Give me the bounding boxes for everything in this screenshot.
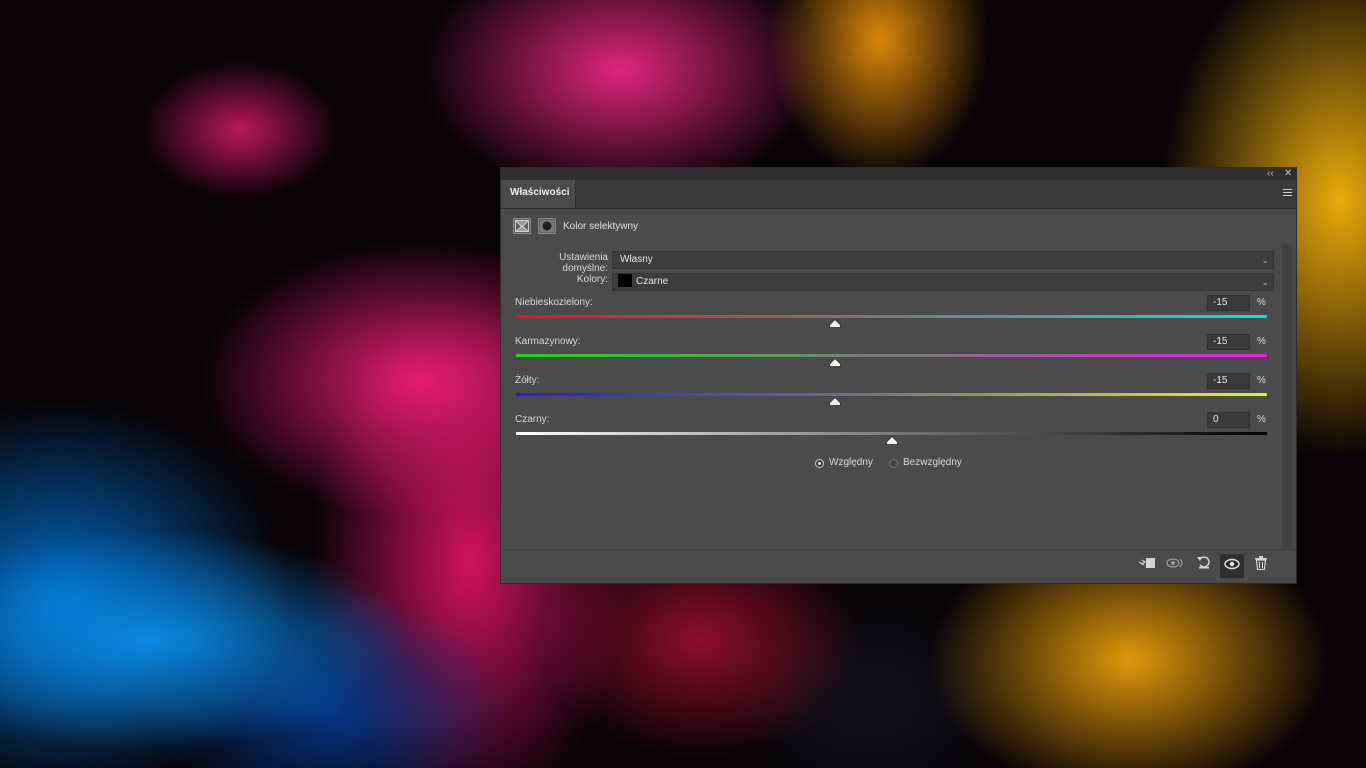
yellow-unit: % [1257, 375, 1266, 386]
collapse-icon[interactable]: ‹‹ [1267, 168, 1274, 180]
yellow-slider-handle[interactable] [829, 397, 842, 406]
method-radio-group: Względny Bezwzględny [501, 457, 1296, 471]
panel-tab-row: Właściwości [501, 180, 1296, 209]
slider-label-black: Czarny: [515, 414, 550, 425]
color-swatch [618, 273, 632, 287]
close-icon[interactable]: ✕ [1284, 168, 1292, 180]
slider-label-cyan: Niebieskozielony: [515, 297, 593, 308]
cyan-slider-handle[interactable] [829, 319, 842, 328]
radio-absolute-label[interactable]: Bezwzględny [903, 457, 962, 468]
chevron-down-icon: ⌄ [1261, 277, 1269, 287]
adjustment-title: Kolor selektywny [563, 221, 639, 232]
radio-relative[interactable] [815, 459, 824, 468]
yellow-value-field[interactable]: -15 [1207, 373, 1250, 389]
preset-value: Własny [620, 254, 653, 265]
colors-value: Czarne [636, 276, 669, 287]
radio-absolute[interactable] [889, 459, 898, 468]
tab-properties[interactable]: Właściwości [501, 180, 576, 208]
adjustment-header: Kolor selektywny [513, 218, 1276, 236]
chevron-down-icon: ⌄ [1261, 255, 1269, 265]
panel-menu-icon[interactable] [1283, 189, 1292, 197]
panel-titlebar: ‹‹ ✕ [501, 168, 1296, 180]
panel-scrollbar[interactable] [1282, 243, 1292, 549]
magenta-slider-handle[interactable] [829, 358, 842, 367]
properties-panel: ‹‹ ✕ Właściwości Kolor selektywny Ustawi… [500, 167, 1297, 584]
visibility-eye-icon[interactable] [1220, 554, 1244, 578]
cyan-unit: % [1257, 297, 1266, 308]
panel-footer-toolbar [501, 549, 1296, 583]
radio-relative-label[interactable]: Względny [829, 457, 873, 468]
cyan-slider-track[interactable] [516, 315, 1267, 318]
preset-dropdown[interactable]: Własny ⌄ [612, 251, 1274, 269]
yellow-slider-track[interactable] [516, 393, 1267, 396]
black-slider-track[interactable] [516, 432, 1267, 435]
magenta-slider-track[interactable] [516, 354, 1267, 357]
colors-label: Kolory: [576, 274, 608, 285]
slider-label-yellow: Żółty: [515, 375, 540, 386]
slider-label-magenta: Karmazynowy: [515, 336, 581, 347]
reset-icon[interactable] [1192, 554, 1216, 578]
colors-dropdown[interactable]: Czarne ⌄ [612, 273, 1274, 291]
clip-to-layer-icon[interactable] [1135, 554, 1159, 578]
magenta-unit: % [1257, 336, 1266, 347]
black-slider-handle[interactable] [885, 436, 898, 445]
mask-icon[interactable] [538, 218, 556, 234]
cyan-value-field[interactable]: -15 [1207, 295, 1250, 311]
preset-label: Ustawienia domyślne: [559, 252, 608, 274]
black-value-field[interactable]: 0 [1207, 412, 1250, 428]
black-unit: % [1257, 414, 1266, 425]
magenta-value-field[interactable]: -15 [1207, 334, 1250, 350]
view-previous-state-icon[interactable] [1164, 554, 1188, 578]
trash-icon[interactable] [1249, 554, 1273, 578]
adjustment-layer-icon[interactable] [513, 218, 531, 234]
